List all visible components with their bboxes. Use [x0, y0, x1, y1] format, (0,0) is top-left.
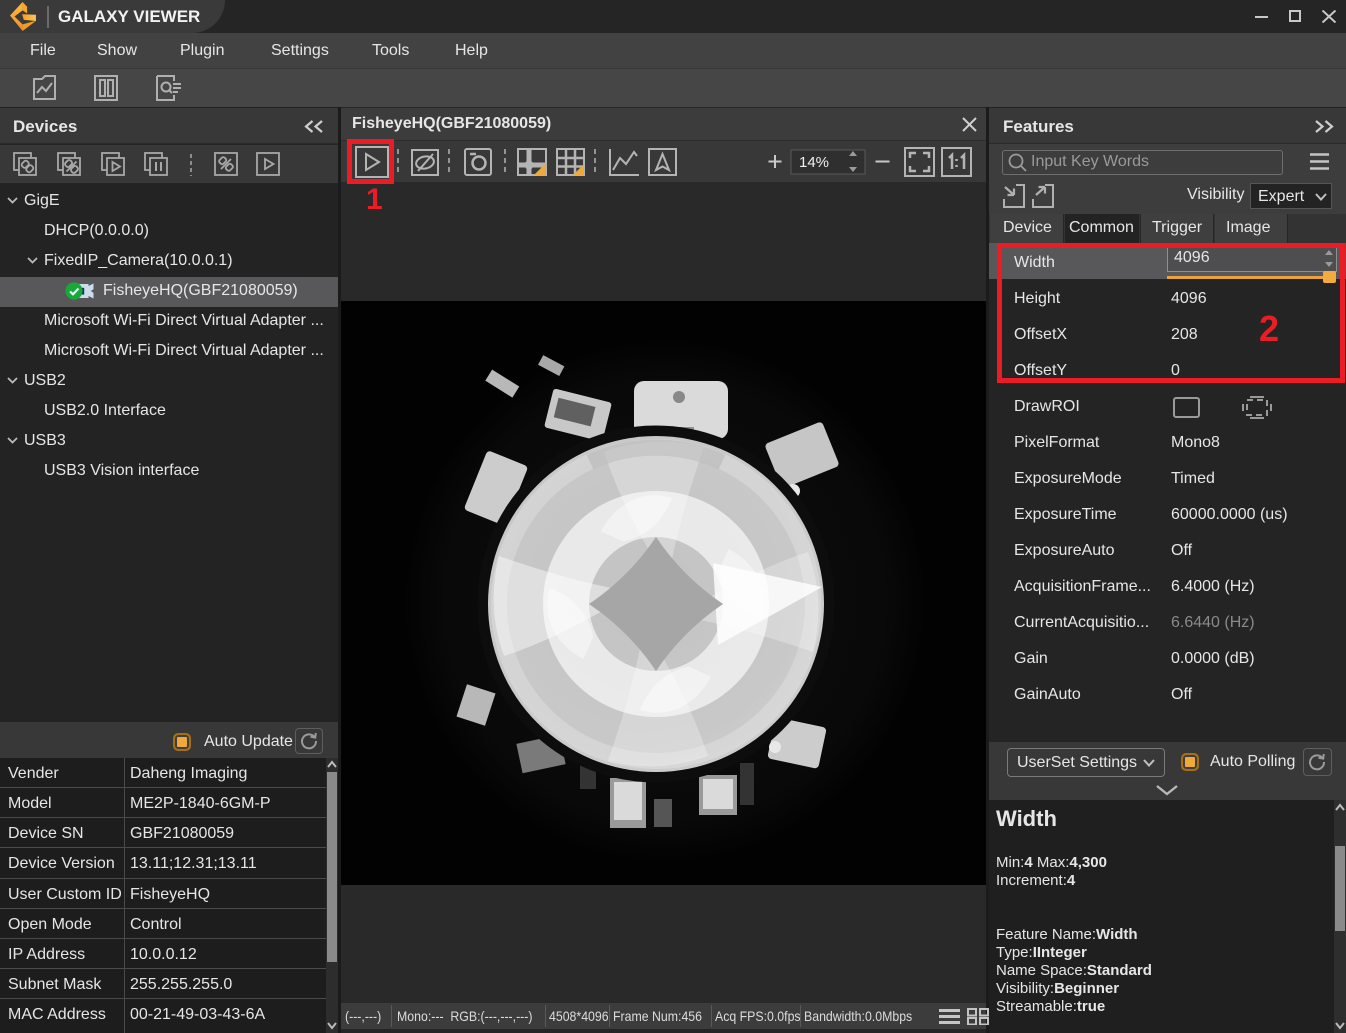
svg-text:14%: 14%: [799, 154, 829, 171]
